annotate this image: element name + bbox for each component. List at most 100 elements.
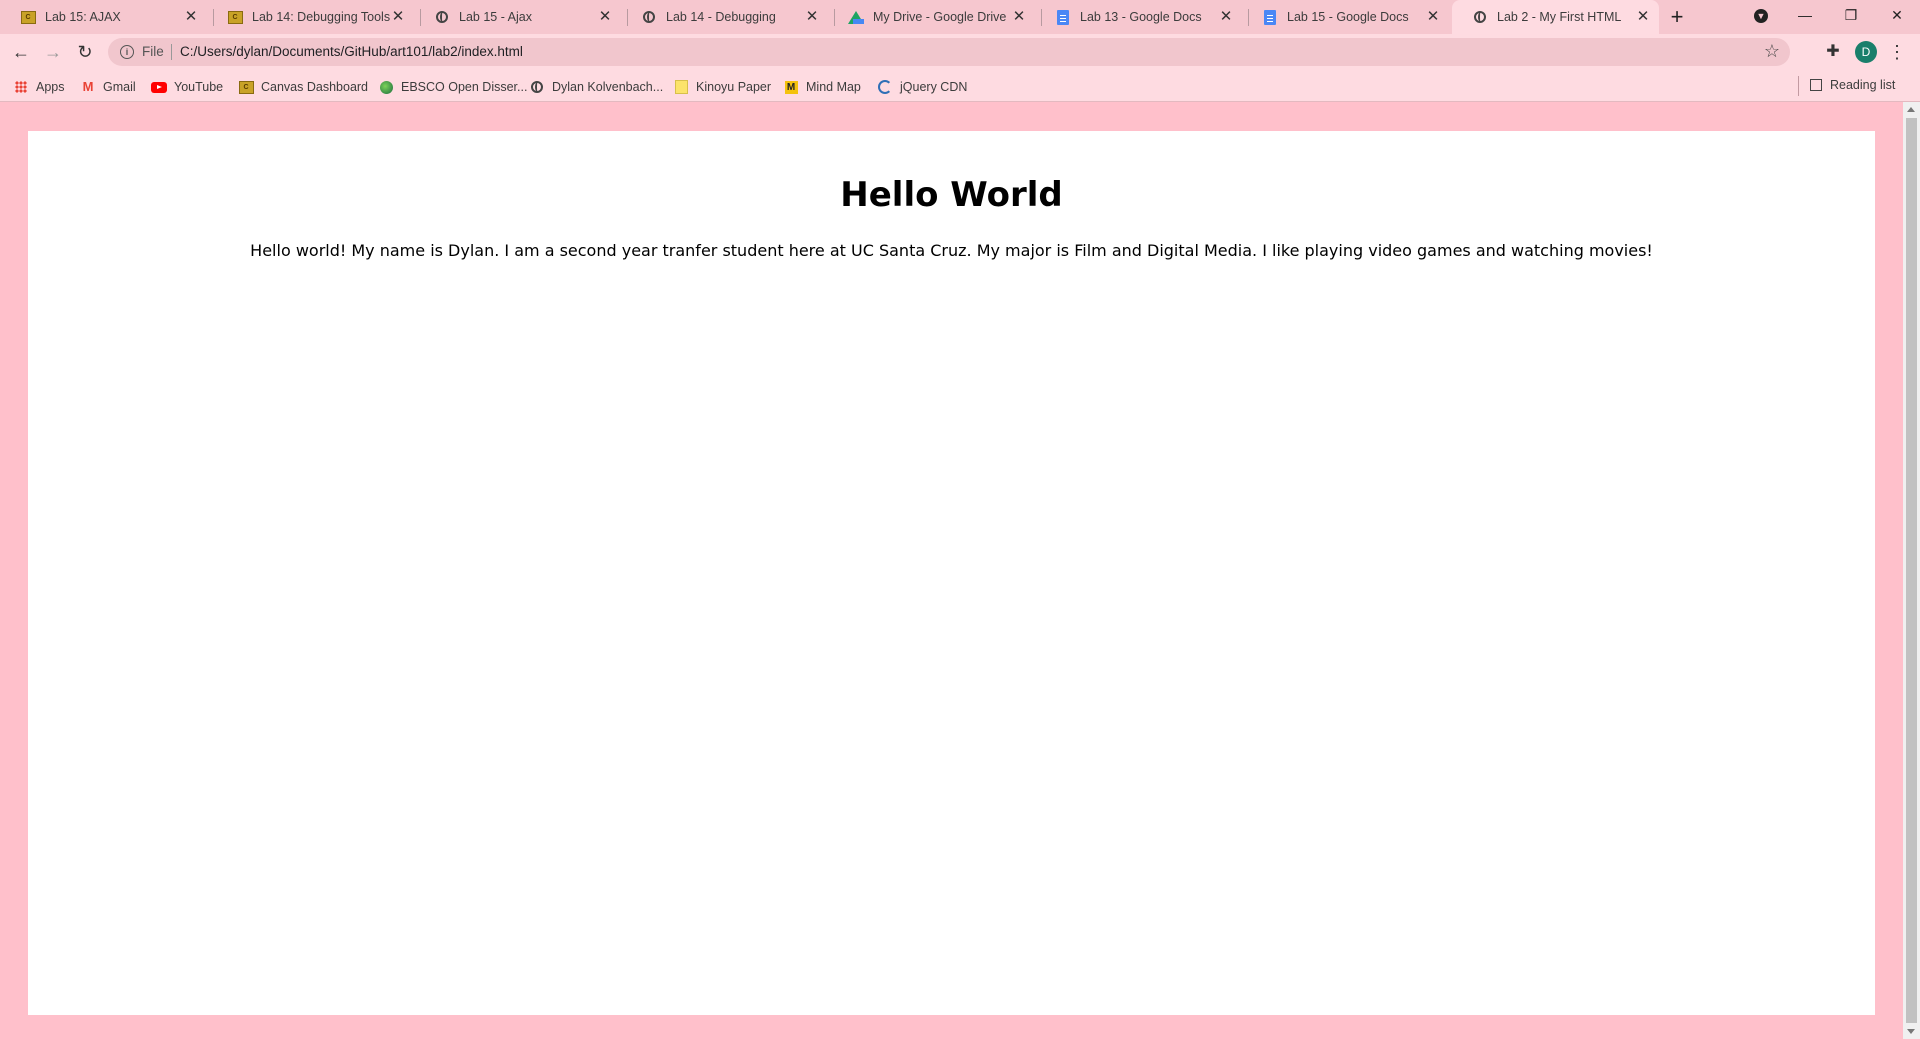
minimize-icon: — [1798, 7, 1812, 23]
more-vertical-icon: ⋮ [1888, 42, 1906, 62]
reading-list-button[interactable]: Reading list [1810, 78, 1895, 92]
tab-title: Lab 2 - My First HTML [1497, 10, 1622, 24]
bookmark-label: Dylan Kolvenbach... [552, 80, 664, 94]
tab-title: Lab 13 - Google Docs [1080, 10, 1202, 24]
close-icon[interactable]: ✕ [390, 9, 406, 25]
close-icon[interactable]: ✕ [183, 9, 199, 25]
tab-lab2-my-first-html[interactable]: Lab 2 - My First HTML ✕ [1452, 0, 1659, 34]
canvas-icon: C [227, 9, 243, 25]
page-viewport: Hello World Hello world! My name is Dyla… [0, 102, 1903, 1039]
restore-icon: ❐ [1844, 7, 1858, 23]
bookmarks-divider [1798, 76, 1799, 96]
arrow-right-icon: → [44, 42, 62, 62]
tab-search-button[interactable]: ▼ [1738, 0, 1784, 34]
tab-title: Lab 14 - Debugging [666, 10, 776, 24]
bookmark-label: Gmail [103, 80, 136, 94]
globe-icon [529, 79, 545, 95]
scheme-label: File [142, 44, 164, 59]
tab-lab15-ajax[interactable]: Lab 15 - Ajax ✕ [414, 0, 621, 34]
tab-lab15-ajax-canvas[interactable]: C Lab 15: AJAX ✕ [0, 0, 207, 34]
close-icon[interactable]: ✕ [804, 9, 820, 25]
close-icon[interactable]: ✕ [1218, 9, 1234, 25]
close-icon[interactable]: ✕ [1011, 9, 1027, 25]
google-docs-icon [1262, 9, 1278, 25]
url-text[interactable]: C:/Users/dylan/Documents/GitHub/art101/l… [180, 44, 523, 59]
tab-title: Lab 15 - Ajax [459, 10, 532, 24]
bookmark-jquery-cdn[interactable]: jQuery CDN [877, 78, 967, 96]
scroll-up-arrow-icon[interactable] [1907, 107, 1915, 112]
canvas-icon: C [20, 9, 36, 25]
menu-button[interactable]: ⋮ [1886, 41, 1908, 63]
reload-icon: ↻ [77, 42, 93, 62]
bookmark-dylan-kolvenbach[interactable]: Dylan Kolvenbach... [529, 78, 663, 96]
close-icon[interactable]: ✕ [1635, 9, 1651, 25]
scrollbar-thumb[interactable] [1906, 118, 1917, 1023]
tab-lab14-debugging-tools[interactable]: C Lab 14: Debugging Tools & ✕ [207, 0, 414, 34]
ebsco-icon [378, 79, 394, 95]
bookmark-label: Canvas Dashboard [261, 80, 369, 94]
bookmark-star-icon[interactable]: ☆ [1764, 41, 1780, 62]
tab-lab14-debugging[interactable]: Lab 14 - Debugging ✕ [621, 0, 828, 34]
bookmark-apps[interactable]: Apps [13, 78, 65, 96]
globe-icon [641, 9, 657, 25]
bookmark-mind-map[interactable]: M Mind Map [783, 78, 861, 96]
apps-grid-icon [13, 79, 29, 95]
folder-icon [673, 79, 689, 95]
back-button[interactable]: ← [10, 41, 32, 63]
mind-map-icon: M [783, 79, 799, 95]
tab-title: Lab 15 - Google Docs [1287, 10, 1409, 24]
close-icon[interactable]: ✕ [597, 9, 613, 25]
arrow-left-icon: ← [12, 42, 30, 62]
youtube-icon [151, 79, 167, 95]
restore-button[interactable]: ❐ [1828, 0, 1874, 34]
address-bar[interactable]: i File C:/Users/dylan/Documents/GitHub/a… [108, 38, 1790, 66]
intro-paragraph: Hello world! My name is Dylan. I am a se… [250, 241, 1653, 260]
vertical-scrollbar[interactable] [1903, 102, 1920, 1039]
google-docs-icon [1055, 9, 1071, 25]
bookmark-label: EBSCO Open Disser... [401, 80, 528, 94]
navigation-toolbar: ← → ↻ i File C:/Users/dylan/Documents/Gi… [0, 34, 1920, 70]
chevron-down-icon: ▼ [1754, 9, 1768, 24]
reload-button[interactable]: ↻ [74, 41, 96, 63]
puzzle-icon: ✚ [1826, 43, 1840, 60]
globe-icon [1472, 9, 1488, 25]
forward-button[interactable]: → [42, 41, 64, 63]
address-divider [171, 44, 172, 60]
new-tab-button[interactable]: + [1666, 6, 1688, 29]
bookmark-canvas-dashboard[interactable]: C Canvas Dashboard [238, 78, 368, 96]
canvas-icon: C [238, 79, 254, 95]
extensions-button[interactable]: ✚ [1822, 41, 1844, 63]
close-icon: ✕ [1891, 7, 1903, 23]
google-drive-icon [848, 9, 864, 25]
bookmark-label: Mind Map [806, 80, 861, 94]
scroll-down-arrow-icon[interactable] [1907, 1029, 1915, 1034]
close-window-button[interactable]: ✕ [1874, 0, 1920, 34]
bookmark-youtube[interactable]: YouTube [151, 78, 223, 96]
tab-strip: C Lab 15: AJAX ✕ C Lab 14: Debugging Too… [0, 0, 1920, 34]
info-icon[interactable]: i [120, 45, 134, 59]
avatar[interactable]: D [1855, 41, 1877, 63]
minimize-button[interactable]: — [1782, 0, 1828, 34]
close-icon[interactable]: ✕ [1425, 9, 1441, 25]
reading-list-label: Reading list [1830, 78, 1896, 92]
bookmark-kinoyu-paper[interactable]: Kinoyu Paper [673, 78, 771, 96]
content-card: Hello World Hello world! My name is Dyla… [28, 131, 1875, 1015]
bookmark-ebsco[interactable]: EBSCO Open Disser... [378, 78, 527, 96]
gmail-icon: M [82, 79, 94, 94]
tab-lab13-google-docs[interactable]: Lab 13 - Google Docs ✕ [1035, 0, 1242, 34]
bookmark-label: jQuery CDN [900, 80, 968, 94]
tab-title: Lab 15: AJAX [45, 10, 121, 24]
bookmark-gmail[interactable]: M Gmail [80, 78, 136, 96]
bookmarks-bar: Apps M Gmail YouTube C Canvas Dashboard … [0, 70, 1920, 102]
tab-title: Lab 14: Debugging Tools & [252, 10, 390, 24]
tab-google-drive[interactable]: My Drive - Google Drive ✕ [828, 0, 1035, 34]
bookmark-label: Apps [36, 80, 65, 94]
bookmark-label: YouTube [174, 80, 224, 94]
tab-title: My Drive - Google Drive [873, 10, 1007, 24]
reading-list-icon [1810, 79, 1822, 91]
page-heading: Hello World [840, 175, 1063, 215]
bookmark-label: Kinoyu Paper [696, 80, 772, 94]
tab-lab15-google-docs[interactable]: Lab 15 - Google Docs ✕ [1242, 0, 1449, 34]
globe-icon [434, 9, 450, 25]
jquery-icon [877, 79, 893, 95]
